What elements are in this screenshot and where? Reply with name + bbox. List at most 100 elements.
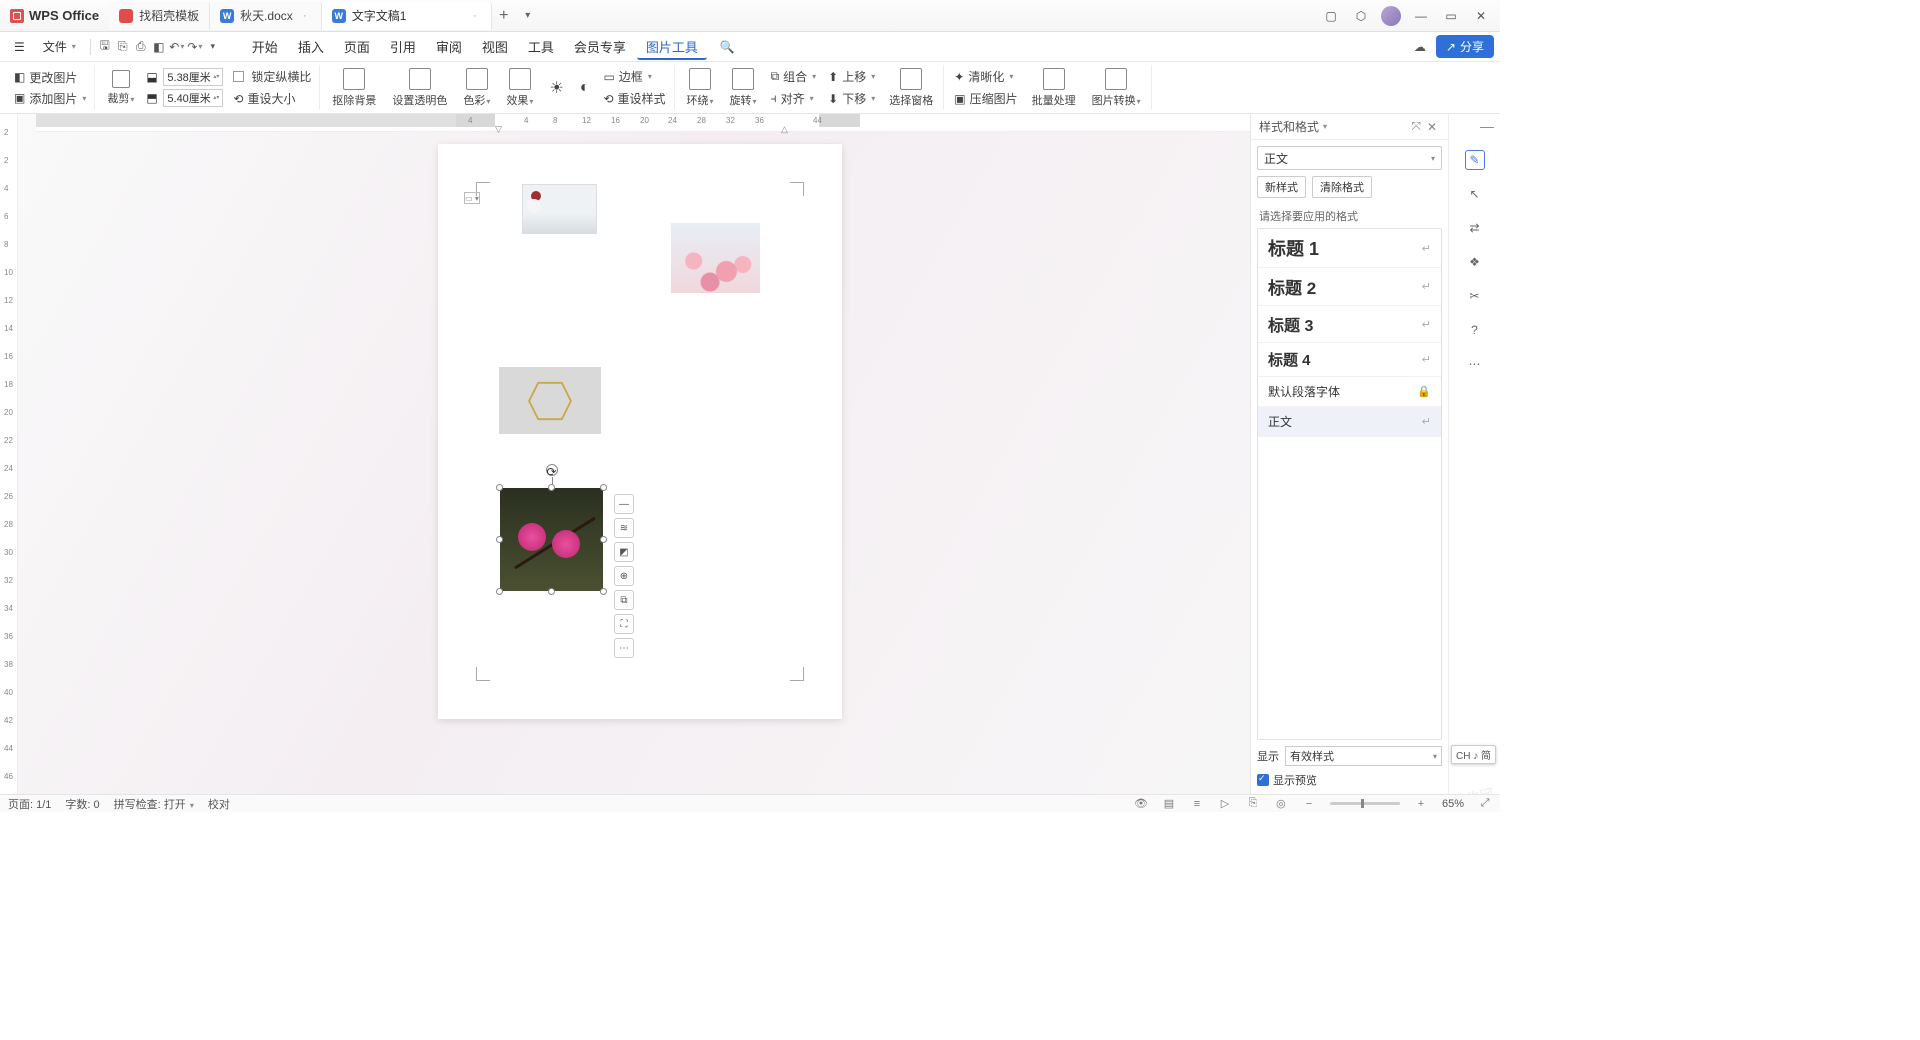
transparency-button[interactable]: 设置透明色 xyxy=(388,68,451,108)
reset-style-button[interactable]: ⟲ 重设样式 xyxy=(601,89,667,108)
ft-wrap-icon[interactable]: ≋ xyxy=(614,518,634,538)
zoom-out-icon[interactable]: − xyxy=(1302,797,1316,811)
resize-handle[interactable] xyxy=(496,536,503,543)
file-menu[interactable]: 文件▾ xyxy=(35,35,84,58)
view-print-icon[interactable]: ▤ xyxy=(1162,797,1176,811)
menu-member[interactable]: 会员专享 xyxy=(565,33,635,60)
resize-handle[interactable] xyxy=(496,588,503,595)
save-icon[interactable]: 🖫 xyxy=(97,39,113,55)
status-spellcheck[interactable]: 拼写检查: 打开 ▾ xyxy=(114,796,194,812)
view-web-icon[interactable]: ▷ xyxy=(1218,797,1232,811)
export-icon[interactable]: ⎘ xyxy=(115,39,131,55)
change-picture-button[interactable]: ◧ 更改图片 xyxy=(12,68,88,87)
user-avatar[interactable] xyxy=(1378,4,1404,28)
redo-icon[interactable]: ↷▾ xyxy=(187,39,203,55)
print-icon[interactable]: ⎙ xyxy=(133,39,149,55)
move-down-button[interactable]: ⬇ 下移▾ xyxy=(826,89,877,108)
tab-doc-1[interactable]: W 秋天.docx · xyxy=(210,2,322,30)
embedded-image-selected[interactable]: ⟳ xyxy=(500,488,603,591)
remove-bg-button[interactable]: 抠除背景 xyxy=(328,68,380,108)
view-focus-icon[interactable]: ◎ xyxy=(1274,797,1288,811)
current-style-select[interactable]: 正文▾ xyxy=(1257,146,1442,170)
view-outline-icon[interactable]: ≡ xyxy=(1190,797,1204,811)
tab-close-icon[interactable]: · xyxy=(299,10,311,22)
ft-collapse-icon[interactable]: — xyxy=(614,494,634,514)
share-button[interactable]: ↗ 分享 xyxy=(1436,35,1494,58)
rail-more-icon[interactable]: ⋯ xyxy=(1465,354,1485,374)
compress-button[interactable]: ▣ 压缩图片 xyxy=(952,89,1019,108)
move-up-button[interactable]: ⬆ 上移▾ xyxy=(826,67,877,86)
rail-settings-icon[interactable]: ⇄ xyxy=(1465,218,1485,238)
add-picture-button[interactable]: ▣ 添加图片▾ xyxy=(12,89,88,108)
status-page[interactable]: 页面: 1/1 xyxy=(8,796,51,812)
menu-page[interactable]: 页面 xyxy=(335,33,379,60)
menu-review[interactable]: 审阅 xyxy=(427,33,471,60)
new-tab-button[interactable]: + xyxy=(492,7,516,25)
status-proof[interactable]: 校对 xyxy=(208,796,230,812)
tab-templates[interactable]: 找稻壳模板 xyxy=(109,2,210,30)
rail-tools-icon[interactable]: ✂ xyxy=(1465,286,1485,306)
hamburger-icon[interactable]: ☰ xyxy=(6,37,33,57)
ft-crop-icon[interactable]: ◩ xyxy=(614,542,634,562)
style-row[interactable]: 正文↵ xyxy=(1258,407,1441,437)
cube-icon[interactable]: ⬡ xyxy=(1348,4,1374,28)
search-icon[interactable]: 🔍 xyxy=(719,39,735,55)
cloud-icon[interactable]: ☁ xyxy=(1412,39,1428,55)
ft-more-icon[interactable]: ⋯ xyxy=(614,638,634,658)
preview-checkbox[interactable]: 显示预览 xyxy=(1257,772,1442,788)
menu-picture-tools[interactable]: 图片工具 xyxy=(637,33,707,60)
menu-view[interactable]: 视图 xyxy=(473,33,517,60)
style-row[interactable]: 标题 4↵ xyxy=(1258,343,1441,377)
zoom-in-icon[interactable]: + xyxy=(1414,797,1428,811)
style-list[interactable]: 标题 1↵标题 2↵标题 3↵标题 4↵默认段落字体🔒正文↵ xyxy=(1257,228,1442,740)
sharpen-button[interactable]: ✦ 清晰化▾ xyxy=(952,67,1019,86)
ime-badge[interactable]: CH ♪ 简 xyxy=(1451,745,1496,764)
resize-handle[interactable] xyxy=(548,588,555,595)
style-row[interactable]: 标题 1↵ xyxy=(1258,229,1441,268)
menu-insert[interactable]: 插入 xyxy=(289,33,333,60)
group-button[interactable]: ⧉ 组合▾ xyxy=(769,67,819,86)
menu-reference[interactable]: 引用 xyxy=(381,33,425,60)
view-read-icon[interactable]: 👁 xyxy=(1134,797,1148,811)
more-icon[interactable]: ▾ xyxy=(205,39,221,55)
effect-button[interactable]: 效果▾ xyxy=(502,68,537,108)
width-input[interactable]: 5.38厘米▴▾ xyxy=(163,68,223,86)
layout-icon[interactable]: ▢ xyxy=(1318,4,1344,28)
embedded-image-3[interactable] xyxy=(499,367,601,434)
rail-layers-icon[interactable]: ❖ xyxy=(1465,252,1485,272)
layout-anchor-icon[interactable]: ▭ ▾ xyxy=(464,192,480,204)
brightness-icon[interactable]: ☀ xyxy=(545,78,567,98)
tab-close-icon[interactable]: · xyxy=(469,10,481,22)
style-row[interactable]: 标题 2↵ xyxy=(1258,268,1441,306)
resize-handle[interactable] xyxy=(600,588,607,595)
batch-button[interactable]: 批量处理 xyxy=(1028,68,1080,108)
horizontal-ruler[interactable]: 4 4 8 12 16 20 24 28 32 36 44 ▽ △ xyxy=(36,114,1448,132)
rotate-button[interactable]: 旋转▾ xyxy=(726,68,761,108)
resize-handle[interactable] xyxy=(496,484,503,491)
pin-icon[interactable]: ⤧ xyxy=(1408,119,1424,134)
rail-styles-icon[interactable]: ✎ xyxy=(1465,150,1485,170)
minimize-button[interactable]: — xyxy=(1408,4,1434,28)
rail-help-icon[interactable]: ? xyxy=(1465,320,1485,340)
show-select[interactable]: 有效样式▾ xyxy=(1285,746,1442,766)
convert-button[interactable]: 图片转换▾ xyxy=(1088,68,1145,108)
embedded-image-2[interactable] xyxy=(671,223,760,293)
resize-handle[interactable] xyxy=(548,484,555,491)
clear-format-button[interactable]: 清除格式 xyxy=(1312,176,1372,198)
contrast-icon[interactable]: ◐ xyxy=(576,79,594,97)
color-button[interactable]: 色彩▾ xyxy=(459,68,494,108)
rail-select-icon[interactable]: ↖ xyxy=(1465,184,1485,204)
close-button[interactable]: ✕ xyxy=(1468,4,1494,28)
tab-menu-button[interactable]: ▾ xyxy=(516,10,540,21)
wrap-button[interactable]: 环绕▾ xyxy=(683,68,718,108)
status-words[interactable]: 字数: 0 xyxy=(65,796,99,812)
vertical-ruler[interactable]: 2246810121416182022242628303234363840424… xyxy=(0,114,18,794)
print-preview-icon[interactable]: ◧ xyxy=(151,39,167,55)
ft-zoom-icon[interactable]: ⊕ xyxy=(614,566,634,586)
undo-icon[interactable]: ↶▾ xyxy=(169,39,185,55)
ft-copy-icon[interactable]: ⧉ xyxy=(614,590,634,610)
reset-size-button[interactable]: ⟲ 重设大小 xyxy=(231,89,313,108)
rail-collapse-icon[interactable]: — xyxy=(1480,118,1494,134)
lock-ratio-checkbox[interactable]: 锁定纵横比 xyxy=(231,67,313,86)
document-area[interactable]: 4 4 8 12 16 20 24 28 32 36 44 ▽ △ ▭ ▾ xyxy=(18,114,1448,794)
